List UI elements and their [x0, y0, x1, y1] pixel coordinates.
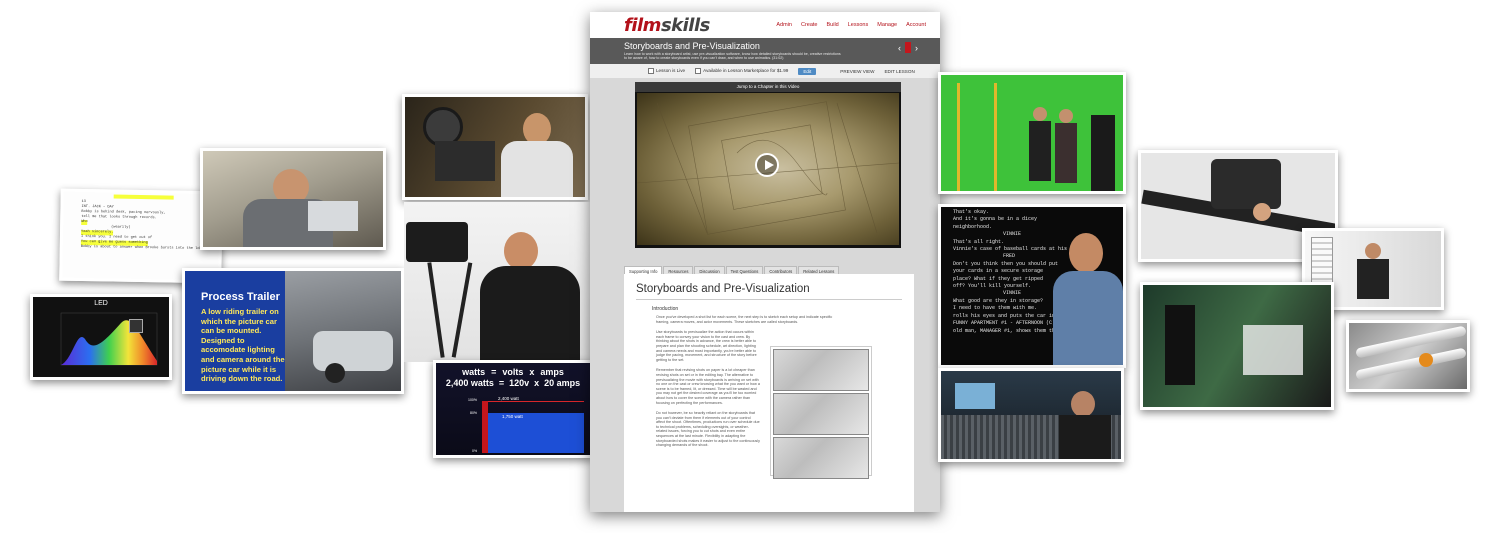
checkbox-icon — [695, 68, 702, 74]
lesson-status-bar: Lesson is Live Available in Lesson Marke… — [590, 64, 940, 79]
play-button-icon[interactable] — [755, 153, 779, 177]
formula-term: x — [534, 378, 540, 388]
checkbox-icon — [648, 68, 654, 74]
nav-lessons[interactable]: Lessons — [848, 22, 869, 28]
bar-label: 1,750 watt — [502, 414, 523, 419]
paragraph: Once you've developed a shot list for ea… — [656, 315, 833, 324]
formula-term: amps — [540, 367, 564, 377]
paragraph: Use storyboards to previsualize the acti… — [656, 330, 757, 362]
formula-term: watts — [462, 367, 486, 377]
script-line: Bobby is about to answer when Brooke bur… — [80, 244, 206, 252]
formula-term: 2,400 watts — [445, 378, 494, 388]
nav-account[interactable]: Account — [906, 22, 926, 28]
site-logo[interactable]: filmskills — [624, 15, 710, 36]
bar-label: 2,400 watt — [498, 396, 519, 401]
formula-term: 20 amps — [544, 378, 581, 388]
process-trailer-card: Process Trailer A low riding trailer on … — [182, 268, 404, 394]
formula-term: volts — [502, 367, 524, 377]
lamp-bulbs-photo — [1346, 320, 1470, 392]
script-line: And it's gonna be in a dicey — [953, 216, 1038, 223]
script-line: tell me that looks through records. — [81, 214, 157, 221]
bookmark-icon[interactable] — [905, 42, 911, 53]
intro-heading: Introduction — [652, 306, 679, 312]
mixing-console-photo — [938, 368, 1124, 462]
formula-term: = — [498, 378, 505, 388]
marketplace-checkbox[interactable]: Available in Lesson Marketplace for $1.9… — [695, 68, 788, 74]
watts-formula-card: watts = volts x amps 2,400 watts = 120v … — [433, 360, 593, 458]
formula-term: = — [491, 367, 497, 377]
watt-bar-blue — [488, 413, 584, 453]
script-line: That's okay. — [953, 209, 990, 215]
nav-admin[interactable]: Admin — [776, 22, 792, 28]
axis-label: 100% — [468, 398, 477, 402]
video-player[interactable]: Jump to a Chapter in this Video — [635, 82, 901, 248]
main-nav: Admin Create Build Lessons Manage Accoun… — [776, 22, 926, 28]
nav-build[interactable]: Build — [827, 22, 839, 28]
jump-to-chapter-bar[interactable]: Jump to a Chapter in this Video — [635, 82, 901, 92]
next-arrow-icon[interactable]: › — [915, 43, 918, 53]
script-line: Who — [81, 219, 88, 226]
lesson-header: Storyboards and Pre-Visualization Learn … — [590, 38, 940, 64]
lesson-subtitle: Learn how to work with a storyboard arti… — [624, 52, 841, 61]
paragraph: Remember that revising shots on paper is… — [656, 368, 760, 405]
storyboard-sketch-image — [770, 346, 872, 479]
prev-arrow-icon[interactable]: ‹ — [898, 43, 901, 53]
led-spectrum-graph — [60, 312, 158, 366]
formula-term: 120v — [509, 378, 530, 388]
site-header: filmskills Admin Create Build Lessons Ma… — [590, 12, 940, 38]
paragraph: Do not however, be so heavily reliant on… — [656, 411, 760, 448]
axis-label: 80% — [470, 411, 478, 415]
axis-label: 0% — [472, 449, 478, 453]
formula-term: x — [529, 367, 535, 377]
man-at-desk-photo — [200, 148, 386, 250]
content-title: Storyboards and Pre-Visualization — [636, 283, 810, 295]
process-trailer-title: Process Trailer — [201, 291, 280, 303]
dp-camera-photo — [402, 94, 588, 200]
nav-create[interactable]: Create — [801, 22, 818, 28]
zoom-icon — [129, 319, 143, 333]
preview-view-link[interactable]: PREVIEW VIEW — [840, 69, 874, 74]
supporting-info-panel: Storyboards and Pre-Visualization Introd… — [624, 274, 914, 512]
green-screen-photo — [938, 72, 1126, 194]
lesson-title: Storyboards and Pre-Visualization — [624, 41, 760, 51]
edit-price-button[interactable]: Edit — [798, 67, 817, 75]
script-screen-presenter: That's okay. And it's gonna be in a dice… — [938, 204, 1126, 368]
nav-manage[interactable]: Manage — [877, 22, 897, 28]
live-checkbox[interactable]: Lesson is Live — [648, 68, 685, 74]
filmskills-lesson-page: filmskills Admin Create Build Lessons Ma… — [590, 12, 940, 512]
edit-lesson-link[interactable]: EDIT LESSON — [884, 69, 914, 74]
script-line: neighborhood. — [953, 223, 993, 230]
led-title: LED — [94, 300, 108, 307]
studio-set-photo — [1140, 282, 1334, 410]
video-frame-storyboard — [637, 93, 899, 245]
divider — [636, 299, 902, 300]
presenter-camera-photo — [404, 202, 590, 362]
led-spectrum-card: LED — [30, 294, 172, 380]
process-trailer-body: A low riding trailer on which the pictur… — [201, 307, 285, 384]
